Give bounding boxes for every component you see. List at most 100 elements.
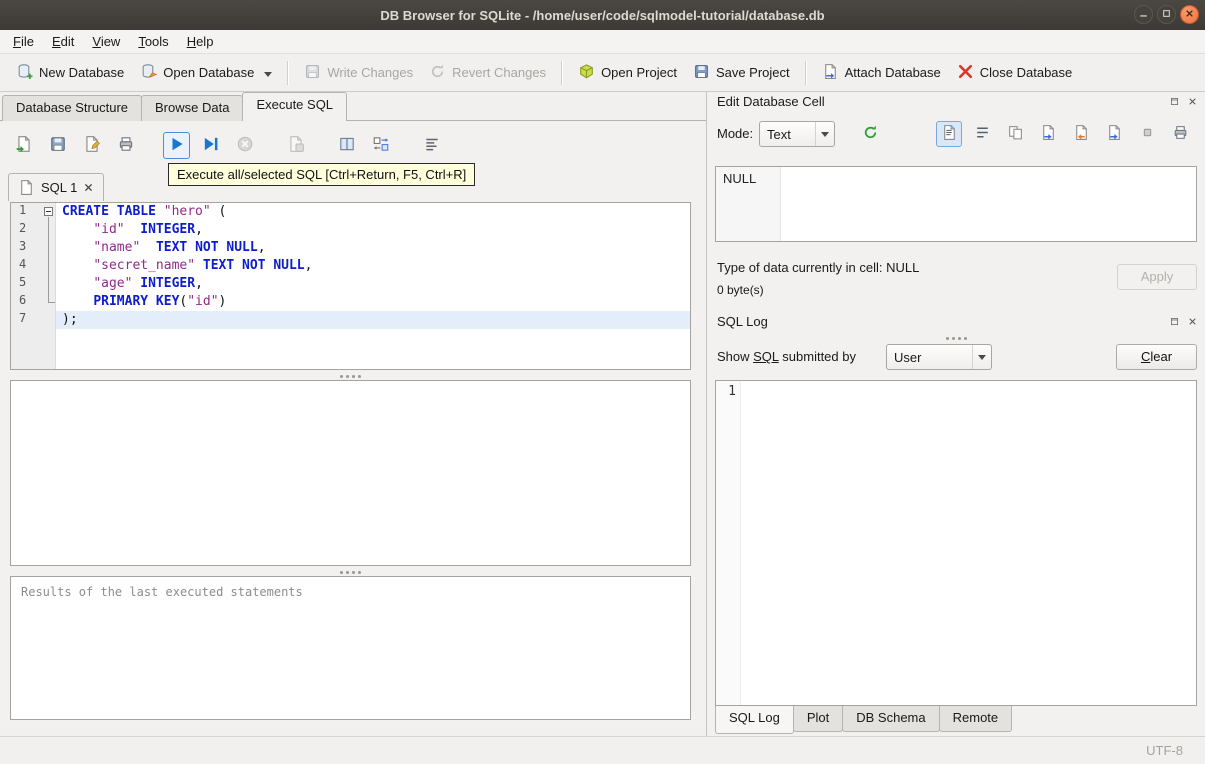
edit-cell-dock-header: Edit Database Cell <box>707 92 1205 112</box>
execution-log-pane[interactable]: Results of the last executed statements <box>10 576 691 720</box>
main-tab-panel: Database Structure Browse Data Execute SQL… <box>0 92 706 736</box>
print-cell-icon <box>1172 124 1189 144</box>
execute-current-line-button[interactable] <box>197 132 224 159</box>
word-wrap-button[interactable] <box>969 121 995 147</box>
save-as-view-icon <box>83 135 101 156</box>
save-data-as-button[interactable] <box>1035 121 1061 147</box>
editor-line: 2 "id" INTEGER, <box>11 221 690 239</box>
open-project-button[interactable]: Open Project <box>570 58 685 88</box>
close-database-icon <box>957 63 974 83</box>
mode-text-button[interactable] <box>936 121 962 147</box>
sql-log-view[interactable]: 1 <box>715 380 1197 706</box>
editor-results-splitter[interactable] <box>10 372 691 380</box>
line-number: 5 <box>19 275 27 289</box>
minimize-icon <box>1137 7 1150 23</box>
save-as-view-button[interactable] <box>78 132 105 159</box>
close-button[interactable] <box>1180 5 1199 24</box>
dock-tab-remote[interactable]: Remote <box>938 706 1013 732</box>
auto-detect-button[interactable] <box>857 121 883 147</box>
menu-tools[interactable]: Tools <box>129 31 177 52</box>
open-sql-file-button[interactable] <box>10 132 37 159</box>
attach-database-label: Attach Database <box>844 65 941 80</box>
dock-tab-db-schema[interactable]: DB Schema <box>842 706 940 732</box>
sql-code-editor[interactable]: 1 CREATE TABLE "hero" (2 "id" INTEGER, 3 "… <box>10 202 691 370</box>
editor-line: 6 PRIMARY KEY("id") <box>11 293 690 311</box>
export-data-icon <box>1106 124 1123 144</box>
edit-cell-title: Edit Database Cell <box>717 94 825 109</box>
write-changes-icon <box>304 63 321 83</box>
menu-view[interactable]: View <box>83 31 129 52</box>
apply-button[interactable]: Apply <box>1117 264 1197 290</box>
attach-database-button[interactable]: Attach Database <box>814 58 949 88</box>
open-project-label: Open Project <box>601 65 677 80</box>
tab-execute-sql[interactable]: Execute SQL <box>242 92 348 121</box>
editor-line: 7); <box>11 311 690 329</box>
tab-browse-data[interactable]: Browse Data <box>141 95 244 121</box>
find-replace-icon <box>372 135 390 156</box>
mode-combobox[interactable]: Text <box>759 121 835 147</box>
print-sql-button[interactable] <box>112 132 139 159</box>
code-text: "secret_name" TEXT NOT NULL, <box>93 258 313 273</box>
maximize-icon <box>1160 7 1173 23</box>
close-log-dock-icon[interactable] <box>1185 315 1199 329</box>
cell-value-editor[interactable]: NULL <box>715 166 1197 242</box>
editor-line: 1 CREATE TABLE "hero" ( <box>11 203 690 221</box>
toolbar-separator <box>804 60 807 85</box>
menu-help[interactable]: Help <box>178 31 223 52</box>
dock-splitter[interactable] <box>707 335 1205 341</box>
menu-file[interactable]: File <box>4 31 43 52</box>
editor-line: 4 "secret_name" TEXT NOT NULL, <box>11 257 690 275</box>
line-number: 1 <box>19 203 27 217</box>
dock-tab-sql-log[interactable]: SQL Log <box>715 706 794 734</box>
mode-value: Text <box>767 126 791 142</box>
find-replace-button[interactable] <box>367 132 394 159</box>
copy-data-button[interactable] <box>1002 121 1028 147</box>
collapse-icon[interactable] <box>44 207 53 216</box>
revert-changes-icon <box>429 63 446 83</box>
log-filter-combobox[interactable]: User <box>886 344 992 370</box>
tab-database-structure[interactable]: Database Structure <box>2 95 143 121</box>
open-database-button[interactable]: Open Database <box>132 58 280 88</box>
open-project-icon <box>578 63 595 83</box>
execute-current-line-icon <box>202 135 220 156</box>
results-log-splitter[interactable] <box>10 568 691 576</box>
export-data-button[interactable] <box>1101 121 1127 147</box>
results-grid-pane[interactable] <box>10 380 691 566</box>
new-database-button[interactable]: New Database <box>8 58 132 88</box>
minimize-button[interactable] <box>1134 5 1153 24</box>
menubar: File Edit View Tools Help <box>0 30 1205 54</box>
fold-marker-mid <box>43 275 56 293</box>
chevron-down-icon <box>972 345 991 369</box>
statusbar: UTF-8 <box>0 736 1205 764</box>
line-number: 4 <box>19 257 27 271</box>
close-database-button[interactable]: Close Database <box>949 58 1081 88</box>
fold-marker-start[interactable] <box>43 203 56 221</box>
code-text: "age" INTEGER, <box>93 276 203 291</box>
sql-editor-tabbar: SQL 1 <box>8 172 105 201</box>
cell-type-info: Type of data currently in cell: NULL <box>717 260 920 275</box>
close-dock-icon[interactable] <box>1185 95 1199 109</box>
save-project-button[interactable]: Save Project <box>685 58 798 88</box>
write-changes-label: Write Changes <box>327 65 414 80</box>
save-project-icon <box>693 63 710 83</box>
toolbar-separator <box>287 60 290 85</box>
format-code-button[interactable] <box>418 132 445 159</box>
clear-log-button[interactable]: Clear <box>1116 344 1197 370</box>
float-log-dock-icon[interactable] <box>1167 315 1181 329</box>
dock-tab-plot[interactable]: Plot <box>792 706 844 732</box>
format-code-icon <box>423 135 441 156</box>
save-sql-file-button[interactable] <box>44 132 71 159</box>
execute-all-button[interactable] <box>163 131 190 159</box>
menu-edit[interactable]: Edit <box>43 31 83 52</box>
sql-log-filter-label: Show SQL submitted by <box>717 349 856 364</box>
set-null-button[interactable] <box>1134 121 1160 147</box>
maximize-button[interactable] <box>1157 5 1176 24</box>
float-dock-icon[interactable] <box>1167 95 1181 109</box>
titlebar[interactable]: DB Browser for SQLite - /home/user/code/… <box>0 0 1205 30</box>
print-cell-button[interactable] <box>1167 121 1193 147</box>
import-data-button[interactable] <box>1068 121 1094 147</box>
close-tab-icon[interactable] <box>83 182 94 193</box>
sql-editor-tab[interactable]: SQL 1 <box>8 173 105 201</box>
chevron-down-icon[interactable] <box>264 71 273 77</box>
browse-table-button[interactable] <box>333 132 360 159</box>
